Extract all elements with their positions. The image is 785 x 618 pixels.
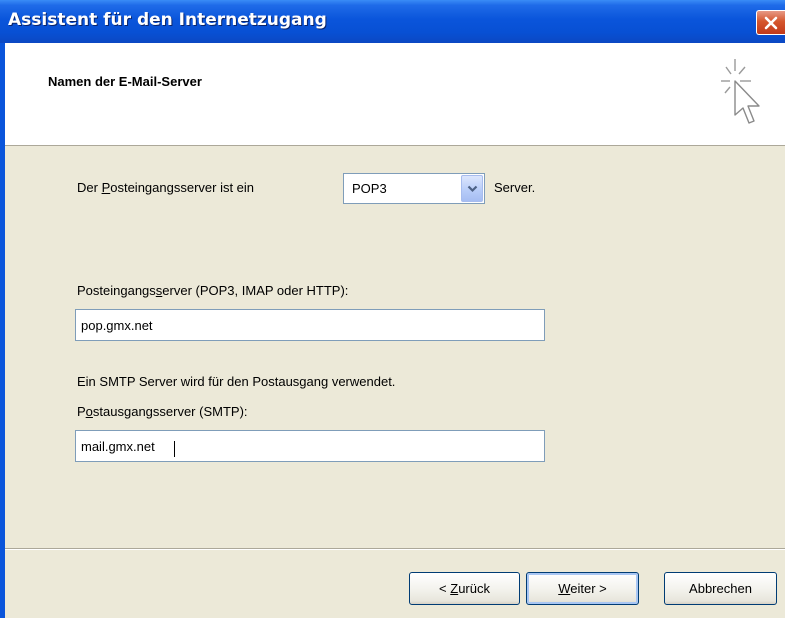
page-title: Namen der E-Mail-Server [48,74,202,89]
window-title: Assistent für den Internetzugang [8,10,327,30]
dropdown-button[interactable] [461,175,483,202]
close-icon [764,16,778,30]
incoming-server-label: Posteingangsserver (POP3, IMAP oder HTTP… [77,283,348,298]
next-button[interactable]: Weiter > [526,572,639,605]
back-button-prefix: < [439,581,451,596]
close-button[interactable] [756,10,785,35]
incoming-server-label-part: Posteingangs [77,283,156,298]
cancel-button[interactable]: Abbrechen [664,572,777,605]
outgoing-server-label-part: stausgangsserver (SMTP): [92,404,248,419]
outgoing-server-input[interactable] [75,430,545,462]
outgoing-server-label-accel: o [85,404,93,419]
smtp-note: Ein SMTP Server wird für den Postausgang… [77,374,396,389]
outgoing-server-label: Postausgangsserver (SMTP): [77,404,248,419]
wizard-header: Namen der E-Mail-Server [5,43,785,146]
title-bar: Assistent für den Internetzugang [0,0,785,43]
incoming-type-label-part: Der [77,180,102,195]
incoming-server-label-part: erver (POP3, IMAP oder HTTP): [162,283,349,298]
incoming-type-label: Der Posteingangsserver ist ein [77,180,254,195]
next-button-accel: W [558,581,571,596]
incoming-type-label-accel: P [101,180,111,195]
text-caret [174,441,175,457]
back-button-accel: Z [450,581,459,596]
wizard-cursor-icon [721,59,760,124]
incoming-type-value: POP3 [352,181,387,196]
incoming-type-label-part: osteingangsserver ist ein [110,180,255,195]
outgoing-server-label-part: P [77,404,86,419]
back-button[interactable]: < Zurück [409,572,520,605]
back-button-label: urück [458,581,490,596]
next-button-label: eiter > [570,581,607,596]
chevron-down-icon [467,185,478,193]
footer-separator [5,548,785,550]
incoming-server-input[interactable] [75,309,545,341]
incoming-type-suffix: Server. [494,180,536,195]
incoming-type-select[interactable]: POP3 [343,173,485,204]
